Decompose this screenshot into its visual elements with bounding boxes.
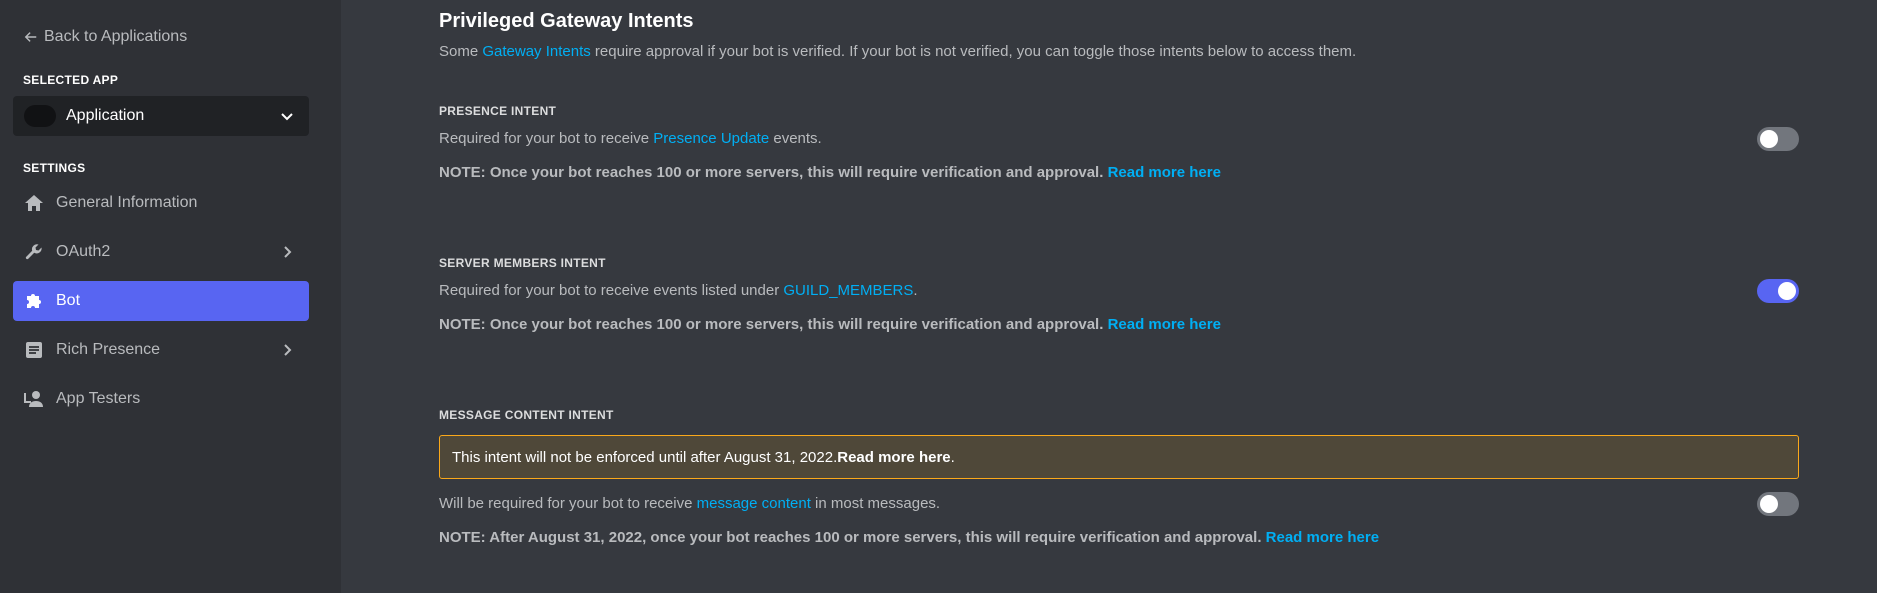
guild-members-link[interactable]: GUILD_MEMBERS <box>783 282 913 299</box>
gateway-intents-link[interactable]: Gateway Intents <box>482 43 590 60</box>
read-more-link[interactable]: Read more here <box>1108 316 1221 333</box>
document-icon <box>23 339 45 361</box>
page-description: Some Gateway Intents require approval if… <box>439 43 1356 60</box>
desc-text: in most messages. <box>810 495 941 512</box>
enforcement-warning-box: This intent will not be enforced until a… <box>439 435 1799 479</box>
sidebar-item-general-information[interactable]: General Information <box>13 183 309 223</box>
presence-intent-toggle[interactable] <box>1757 127 1799 151</box>
desc-text: . <box>913 282 918 299</box>
message-content-intent-note: NOTE: After August 31, 2022, once your b… <box>439 529 1379 546</box>
message-content-link[interactable]: message content <box>697 495 811 512</box>
sidebar-item-label: Rich Presence <box>56 341 161 358</box>
home-icon <box>23 192 45 214</box>
note-text: NOTE: Once your bot reaches 100 or more … <box>439 164 1108 181</box>
desc-text: Some <box>439 43 483 60</box>
sidebar: Back to Applications SELECTED APP Applic… <box>0 0 341 593</box>
user-settings-icon <box>23 388 45 410</box>
app-selector[interactable]: Application <box>13 96 309 136</box>
read-more-link[interactable]: Read more here <box>1266 529 1379 546</box>
sidebar-item-rich-presence[interactable]: Rich Presence <box>13 330 309 370</box>
desc-text: Required for your bot to receive events … <box>439 282 784 299</box>
warning-text: This intent will not be enforced until a… <box>452 448 838 466</box>
sidebar-item-label: OAuth2 <box>56 243 111 260</box>
main-content: Privileged Gateway Intents Some Gateway … <box>341 0 1877 593</box>
toggle-knob <box>1760 130 1778 148</box>
puzzle-icon <box>23 290 45 312</box>
sidebar-item-oauth2[interactable]: OAuth2 <box>13 232 309 272</box>
server-members-intent-toggle[interactable] <box>1757 279 1799 303</box>
settings-heading: SETTINGS <box>23 161 86 175</box>
server-members-intent-description: Required for your bot to receive events … <box>439 282 918 299</box>
sidebar-item-label: Bot <box>56 292 81 309</box>
note-text: NOTE: Once your bot reaches 100 or more … <box>439 316 1108 333</box>
desc-text: Required for your bot to receive <box>439 130 654 147</box>
presence-update-link[interactable]: Presence Update <box>653 130 769 147</box>
desc-text: require approval if your bot is verified… <box>590 43 1357 60</box>
page-title: Privileged Gateway Intents <box>439 10 694 32</box>
selected-app-heading: SELECTED APP <box>23 73 119 87</box>
server-members-intent-note: NOTE: Once your bot reaches 100 or more … <box>439 316 1221 333</box>
toggle-knob <box>1760 495 1778 513</box>
back-to-applications-link[interactable]: Back to Applications <box>24 28 187 46</box>
app-name: Application <box>66 107 145 124</box>
warning-text: . <box>950 448 955 466</box>
warning-read-more-link[interactable]: Read more here <box>837 449 950 466</box>
presence-intent-description: Required for your bot to receive Presenc… <box>439 130 822 147</box>
desc-text: events. <box>769 130 822 147</box>
read-more-link[interactable]: Read more here <box>1108 164 1221 181</box>
desc-text: Will be required for your bot to receive <box>439 495 697 512</box>
toggle-knob <box>1778 282 1796 300</box>
wrench-icon <box>23 241 45 263</box>
presence-intent-label: PRESENCE INTENT <box>439 104 557 118</box>
sidebar-item-label: General Information <box>56 194 198 211</box>
chevron-right-icon <box>284 246 292 258</box>
sidebar-item-label: App Testers <box>56 390 141 407</box>
chevron-right-icon <box>284 344 292 356</box>
sidebar-item-bot[interactable]: Bot <box>13 281 309 321</box>
chevron-down-icon <box>281 113 293 121</box>
sidebar-item-app-testers[interactable]: App Testers <box>13 379 309 419</box>
message-content-intent-description: Will be required for your bot to receive… <box>439 495 940 512</box>
note-text: NOTE: After August 31, 2022, once your b… <box>439 529 1266 546</box>
server-members-intent-label: SERVER MEMBERS INTENT <box>439 256 606 270</box>
presence-intent-note: NOTE: Once your bot reaches 100 or more … <box>439 164 1221 181</box>
arrow-left-icon <box>24 32 37 42</box>
back-label: Back to Applications <box>44 28 188 45</box>
app-avatar <box>24 105 56 127</box>
message-content-intent-toggle[interactable] <box>1757 492 1799 516</box>
message-content-intent-label: MESSAGE CONTENT INTENT <box>439 408 614 422</box>
